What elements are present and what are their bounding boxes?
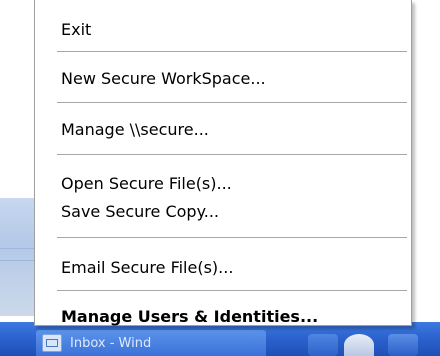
inbox-icon: [42, 334, 62, 352]
menu-item-label: Exit: [61, 19, 92, 39]
menu-item-manage-secure[interactable]: Manage \\secure...: [35, 114, 411, 144]
menu-item-label: Manage \\secure...: [61, 119, 209, 139]
menu-item-label: New Secure WorkSpace...: [61, 68, 266, 88]
context-menu: Exit New Secure WorkSpace... Manage \\se…: [34, 0, 412, 326]
menu-item-open-secure-files[interactable]: Open Secure File(s)...: [35, 168, 411, 198]
menu-separator: [57, 290, 407, 292]
menu-item-label: Open Secure File(s)...: [61, 173, 232, 193]
menu-item-save-secure-copy[interactable]: Save Secure Copy...: [35, 196, 411, 226]
desktop-divider: [0, 248, 34, 249]
desktop-divider: [0, 260, 34, 261]
menu-item-email-secure-files[interactable]: Email Secure File(s)...: [35, 252, 411, 282]
taskbar-button-label: Inbox - Wind: [70, 335, 152, 351]
menu-separator: [57, 237, 407, 239]
menu-separator: [57, 51, 407, 53]
menu-separator: [57, 154, 407, 156]
menu-item-label: Email Secure File(s)...: [61, 257, 234, 277]
menu-item-new-secure-workspace[interactable]: New Secure WorkSpace...: [35, 63, 411, 93]
menu-item-label: Manage Users & Identities...: [61, 306, 319, 326]
menu-item-exit[interactable]: Exit: [35, 14, 411, 44]
tray-app-icon[interactable]: [388, 334, 418, 356]
tray-app-icon[interactable]: [308, 334, 338, 356]
desktop-background: [0, 198, 34, 316]
menu-item-label: Save Secure Copy...: [61, 201, 220, 221]
menu-separator: [57, 102, 407, 104]
menu-item-manage-users-identities[interactable]: Manage Users & Identities...: [35, 305, 411, 327]
tray-app-icon[interactable]: [344, 334, 374, 356]
taskbar-button-inbox[interactable]: Inbox - Wind: [36, 330, 266, 356]
